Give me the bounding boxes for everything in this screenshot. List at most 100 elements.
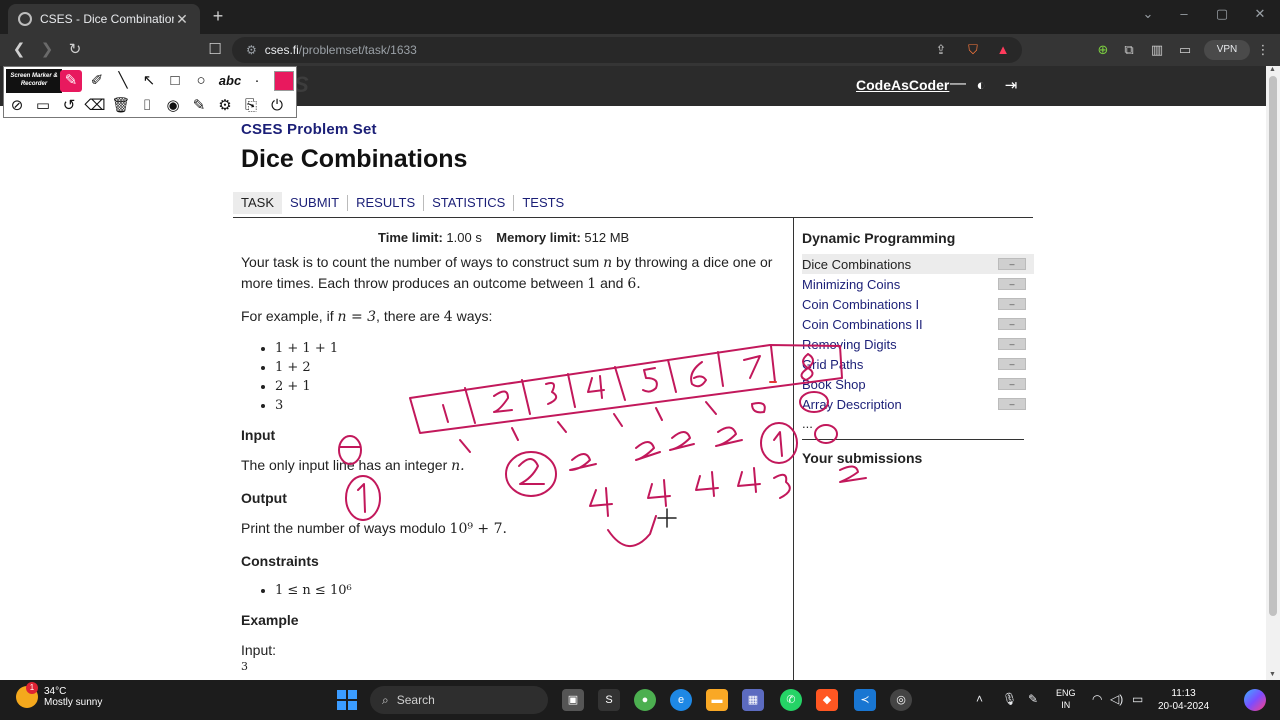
weather-widget[interactable]: 1 34°C Mostly sunny xyxy=(16,682,102,708)
status-badge: – xyxy=(998,378,1026,390)
tab-tests[interactable]: TESTS xyxy=(513,195,572,211)
bookmark-icon[interactable]: ☐ xyxy=(206,41,224,59)
tab-submit[interactable]: SUBMIT xyxy=(282,195,347,211)
sidebar-item-grid-paths[interactable]: Grid Paths – xyxy=(802,354,1034,374)
edge-icon[interactable]: e xyxy=(670,689,692,711)
constraints-list: 1 ≤ n ≤ 10⁶ xyxy=(275,581,786,600)
whatsapp-icon[interactable]: ✆ xyxy=(780,689,802,711)
trash-icon[interactable]: 🗑 xyxy=(110,95,132,117)
sidebar-icon[interactable]: ▥ xyxy=(1148,41,1166,59)
extensions-icon[interactable]: ⧉ xyxy=(1120,41,1138,59)
tab-task[interactable]: TASK xyxy=(233,192,282,214)
hide-icon[interactable]: ⊘ xyxy=(6,95,28,117)
wallet-icon[interactable]: ▭ xyxy=(1176,41,1194,59)
clock[interactable]: 11:13 20-04-2024 xyxy=(1158,687,1209,713)
export-icon[interactable]: ⎘ xyxy=(240,95,262,117)
obs-icon[interactable]: ◎ xyxy=(890,689,912,711)
screen-marker-app-icon[interactable]: S xyxy=(598,689,620,711)
language-indicator[interactable]: ENG IN xyxy=(1056,687,1076,711)
share-icon[interactable]: ⇪ xyxy=(932,41,950,59)
screen-marker-toolbar: Screen Marker & Recorder ✎ ✐ ╲ ↖ □ ○ abc… xyxy=(3,66,297,118)
brave-shield-icon[interactable]: ⛉ xyxy=(964,41,982,59)
reload-button[interactable]: ↻ xyxy=(66,41,84,59)
menu-icon[interactable]: ⋮ xyxy=(1254,41,1272,59)
pen-icon[interactable]: ✎ xyxy=(1028,692,1038,706)
browser-tab[interactable]: CSES - Dice Combinations ✕ xyxy=(8,4,200,34)
minimize-button[interactable]: – xyxy=(1172,6,1196,21)
highlighter-icon[interactable]: ✐ xyxy=(86,70,108,92)
screen-icon[interactable]: ▭ xyxy=(32,95,54,117)
copilot-icon[interactable] xyxy=(1244,689,1266,711)
close-icon[interactable]: ✕ xyxy=(174,11,190,28)
circle-icon[interactable]: ○ xyxy=(190,70,212,92)
tab-statistics[interactable]: STATISTICS xyxy=(423,195,513,211)
dot-icon[interactable]: · xyxy=(246,70,268,92)
chevron-down-icon[interactable]: ⌄ xyxy=(1136,6,1160,22)
wifi-icon[interactable]: ◠ xyxy=(1092,692,1102,706)
scroll-up-icon[interactable]: ▲ xyxy=(1269,66,1276,73)
vscode-icon[interactable]: ≺ xyxy=(854,689,876,711)
example-heading: Example xyxy=(241,612,299,628)
sidebar-item-removing-digits[interactable]: Removing Digits – xyxy=(802,334,1034,354)
dark-mode-icon[interactable]: ◐ xyxy=(972,77,990,95)
new-tab-button[interactable]: + xyxy=(208,6,228,26)
forward-button[interactable]: ❯ xyxy=(38,41,56,59)
battery-icon[interactable]: ▭ xyxy=(1132,692,1143,706)
browser-tabstrip: CSES - Dice Combinations ✕ + ⌄ – ▢ ✕ xyxy=(0,0,1280,34)
color-swatch[interactable] xyxy=(274,71,294,91)
settings-icon[interactable]: ⚙ xyxy=(214,95,236,117)
math-hi: 6. xyxy=(627,276,641,292)
eraser-icon[interactable]: ⌫ xyxy=(84,95,106,117)
store-icon[interactable]: ▦ xyxy=(742,689,764,711)
extension-add-icon[interactable]: ⊕ xyxy=(1094,41,1112,59)
power-icon[interactable]: ⏻ xyxy=(266,95,288,117)
math-lo: 1 xyxy=(587,276,597,292)
taskbar-search[interactable]: ⌕ Search xyxy=(370,686,548,714)
sidebar-item-coin-combinations-2[interactable]: Coin Combinations II – xyxy=(802,314,1034,334)
limits: Time limit: 1.00 s Memory limit: 512 MB xyxy=(378,230,629,245)
rectangle-icon[interactable]: □ xyxy=(164,70,186,92)
sidebar-item-array-description[interactable]: Array Description – xyxy=(802,394,1034,414)
problem-tabs: TASK SUBMIT RESULTS STATISTICS TESTS xyxy=(233,192,572,214)
undo-icon[interactable]: ↺ xyxy=(58,95,80,117)
page-scrollbar[interactable]: ▲ ▼ xyxy=(1266,66,1280,680)
record-icon[interactable]: ◉ xyxy=(162,95,184,117)
site-settings-icon[interactable]: ⚙ xyxy=(246,43,257,57)
breadcrumb[interactable]: CSES Problem Set xyxy=(241,121,377,138)
statement-paragraph: Your task is to count the number of ways… xyxy=(241,252,786,294)
line-icon[interactable]: ╲ xyxy=(112,70,134,92)
brave-icon[interactable]: ◆ xyxy=(816,689,838,711)
arrow-icon[interactable]: ↖ xyxy=(138,70,160,92)
chevron-up-icon[interactable]: ˄ xyxy=(976,692,983,706)
more-link[interactable]: ... xyxy=(802,416,1034,431)
vpn-button[interactable]: VPN xyxy=(1204,40,1250,60)
sidebar-item-book-shop[interactable]: Book Shop – xyxy=(802,374,1034,394)
brush-icon[interactable]: ✎ xyxy=(188,95,210,117)
search-placeholder: Search xyxy=(396,693,435,707)
windows-start-icon[interactable] xyxy=(337,690,357,710)
tab-results[interactable]: RESULTS xyxy=(347,195,423,211)
sidebar-item-dice-combinations[interactable]: Dice Combinations – xyxy=(802,254,1034,274)
camera-icon[interactable]: ⌷ xyxy=(136,95,158,117)
chrome-icon[interactable]: ● xyxy=(634,689,656,711)
microphone-icon[interactable]: 🎙 xyxy=(1002,692,1017,706)
window-close-button[interactable]: ✕ xyxy=(1248,6,1272,22)
scrollbar-thumb[interactable] xyxy=(1269,76,1277,616)
username-link[interactable]: CodeAsCoder xyxy=(856,77,949,93)
rewards-icon[interactable]: ▲ xyxy=(994,41,1012,59)
lang-region: IN xyxy=(1061,700,1071,710)
file-explorer-icon[interactable]: ▬ xyxy=(706,689,728,711)
volume-icon[interactable]: ◁) xyxy=(1110,692,1123,706)
time-limit-value: 1.00 s xyxy=(446,230,482,245)
maximize-button[interactable]: ▢ xyxy=(1210,6,1234,22)
sidebar-item-coin-combinations-1[interactable]: Coin Combinations I – xyxy=(802,294,1034,314)
scroll-down-icon[interactable]: ▼ xyxy=(1269,671,1276,678)
text-tool-icon[interactable]: abc xyxy=(216,70,244,92)
header-dash: — xyxy=(950,75,966,92)
logout-icon[interactable]: ⇥ xyxy=(1002,77,1020,95)
task-view-icon[interactable]: ▣ xyxy=(562,689,584,711)
marker-pen-icon[interactable]: ✎ xyxy=(60,70,82,92)
sidebar-item-minimizing-coins[interactable]: Minimizing Coins – xyxy=(802,274,1034,294)
address-bar[interactable]: ⚙ cses.fi/problemset/task/1633 xyxy=(232,37,1022,63)
back-button[interactable]: ❮ xyxy=(10,41,28,59)
